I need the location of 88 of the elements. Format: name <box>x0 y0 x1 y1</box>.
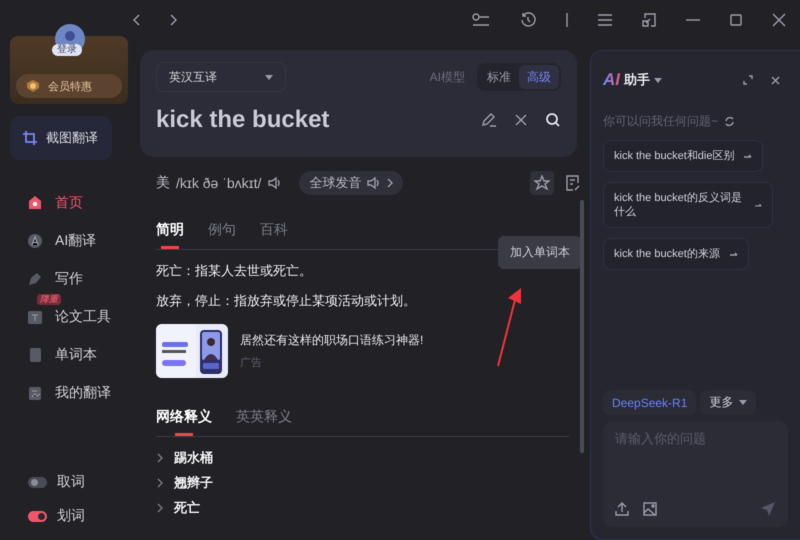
tooltip: 加入单词本 <box>498 236 582 269</box>
chevron-right-icon[interactable] <box>156 503 164 513</box>
vip-button[interactable]: 会员特惠 <box>16 74 122 98</box>
toggle-label: 划词 <box>57 507 85 525</box>
translation-icon <box>27 385 43 401</box>
suggestion-chip[interactable]: kick the bucket和die区别 <box>603 140 764 172</box>
caret-icon <box>265 74 273 80</box>
image-icon[interactable] <box>643 502 657 516</box>
forward-button[interactable] <box>170 14 178 26</box>
letter-a-icon <box>27 233 43 249</box>
ad-title[interactable]: 居然还有这样的职场口语练习神器! <box>240 332 424 349</box>
meaning-text: 翘辫子 <box>174 474 213 492</box>
definition-text: 死亡：指某人去世或死亡。 <box>156 262 313 280</box>
assistant-title: 助手 <box>624 71 650 89</box>
maximize-icon[interactable] <box>730 14 742 26</box>
document-icon <box>27 309 43 325</box>
nav-item[interactable]: 单词本 <box>10 342 128 368</box>
nav-item[interactable]: AI翻译 <box>10 228 128 254</box>
caret-icon <box>654 78 662 82</box>
chevron-right-icon <box>170 14 178 26</box>
assistant-hint: 你可以问我任何问题~ <box>603 113 718 130</box>
arrow-right-icon <box>744 154 752 158</box>
definition-text: 放弃，停止：指放弃或停止某项活动或计划。 <box>156 292 417 310</box>
crop-icon <box>22 130 38 146</box>
caret-icon <box>739 400 748 405</box>
model-label: AI模型 <box>430 68 465 86</box>
speaker-icon <box>367 176 382 190</box>
tab[interactable]: 英英释义 <box>236 408 292 436</box>
chevron-left-icon <box>132 14 140 26</box>
history-icon[interactable] <box>520 12 536 28</box>
minimize-icon[interactable] <box>686 19 700 21</box>
search-icon <box>545 112 561 128</box>
edit-icon <box>481 112 497 128</box>
menu-icon[interactable] <box>598 14 612 26</box>
close-icon[interactable] <box>771 76 780 84</box>
chevron-right-icon[interactable] <box>156 453 164 463</box>
search-query[interactable]: kick the bucket <box>156 106 330 134</box>
chevron-right-icon[interactable] <box>156 478 164 488</box>
tab[interactable]: 百科 <box>260 221 288 249</box>
divider-icon <box>566 13 568 27</box>
close-icon <box>515 114 527 126</box>
refresh-icon[interactable] <box>724 116 736 127</box>
tab[interactable]: 例句 <box>208 221 236 249</box>
upload-icon[interactable] <box>615 502 629 516</box>
settings-sliders-icon[interactable] <box>472 13 490 27</box>
global-pronunciation-button[interactable]: 全球发音 <box>299 171 404 195</box>
model-option[interactable]: 标准 <box>479 65 519 89</box>
search-button[interactable] <box>545 112 561 128</box>
back-button[interactable] <box>132 14 140 26</box>
notebook-icon <box>27 347 43 363</box>
suggestion-chip[interactable]: kick the bucket的反义词是什么 <box>603 182 773 228</box>
nav-item[interactable]: 写作 <box>10 266 128 292</box>
home-icon <box>27 195 43 211</box>
toggle-switch[interactable] <box>28 476 47 488</box>
tab[interactable]: 简明 <box>156 221 184 249</box>
meaning-text: 踢水桶 <box>174 449 213 467</box>
more-dropdown[interactable]: 更多 <box>700 390 756 415</box>
ad-label: 广告 <box>240 356 263 370</box>
badge: 降重 <box>37 294 61 305</box>
star-icon <box>534 175 550 191</box>
close-icon[interactable] <box>772 13 786 27</box>
coin-icon <box>26 79 40 93</box>
arrow-right-icon <box>755 202 762 208</box>
note-edit-icon <box>566 175 580 191</box>
model-option[interactable]: 高级 <box>519 65 559 89</box>
clear-button[interactable] <box>515 114 527 126</box>
suggestion-chip[interactable]: kick the bucket的来源 <box>603 238 749 270</box>
mini-window-icon[interactable] <box>642 13 656 27</box>
nav-item[interactable]: 首页 <box>10 190 128 216</box>
note-button[interactable] <box>566 175 580 191</box>
nav-item[interactable]: 我的翻译 <box>10 380 128 406</box>
nav-item[interactable]: 论文工具 <box>10 304 128 330</box>
toggle-label: 取词 <box>57 473 85 491</box>
arrow-right-icon <box>730 252 738 256</box>
phonetic-text: /kɪk ðə ˈbʌkɪt/ <box>176 175 262 191</box>
language-dropdown[interactable]: 英汉互译 <box>156 62 286 92</box>
pen-icon <box>27 271 43 287</box>
favorite-button[interactable] <box>530 171 554 195</box>
model-chip[interactable]: DeepSeek-R1 <box>603 390 696 415</box>
tab[interactable]: 网络释义 <box>156 408 212 436</box>
chevron-right-icon <box>387 178 394 188</box>
login-button[interactable]: 登录 <box>52 44 82 56</box>
phonetic-region: 美 <box>156 174 170 192</box>
toggle-switch[interactable] <box>28 510 47 522</box>
edit-button[interactable] <box>481 112 497 128</box>
meaning-text: 死亡 <box>174 499 200 517</box>
expand-icon[interactable] <box>743 75 753 85</box>
screenshot-translate-button[interactable]: 截图翻译 <box>10 116 112 160</box>
